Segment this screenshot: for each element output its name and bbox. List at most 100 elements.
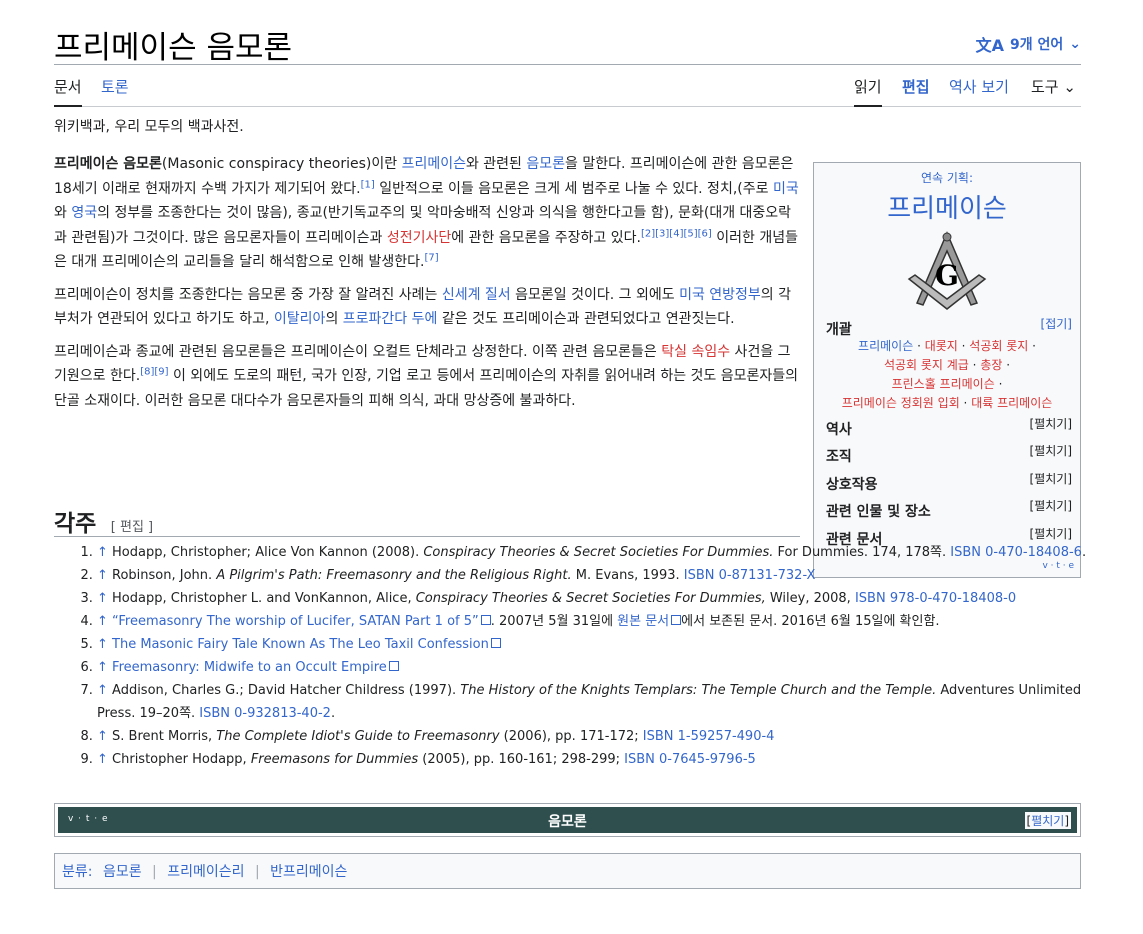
text-run: . 2007년 5월 31일에 bbox=[490, 614, 618, 629]
inline-link[interactable]: 미국 연방정부 bbox=[679, 287, 761, 303]
inline-link[interactable]: The Masonic Fairy Tale Known As The Leo … bbox=[112, 637, 489, 652]
inline-link[interactable]: “Freemasonry The worship of Lucifer, SAT… bbox=[112, 614, 479, 629]
reference-item: ↑ “Freemasonry The worship of Lucifer, S… bbox=[97, 611, 1097, 634]
references-title: 각주 bbox=[54, 511, 97, 537]
red-link[interactable]: 프리메이슨 정회원 입회 bbox=[842, 396, 960, 410]
inline-link[interactable]: 프리메이슨 bbox=[858, 339, 913, 353]
tab-talk[interactable]: 토론 bbox=[101, 76, 129, 105]
red-link[interactable]: 석공회 롯지 계급 bbox=[884, 358, 969, 372]
bold-term: 프리메이슨 음모론 bbox=[54, 156, 162, 172]
text-run: · bbox=[959, 396, 972, 410]
inline-link[interactable]: ↑ bbox=[97, 545, 112, 560]
text-run: 일반적으로 이들 음모론은 크게 세 범주로 나눌 수 있다. 정치,(주로 bbox=[374, 180, 773, 197]
overview-label: 개괄 bbox=[826, 322, 852, 338]
text-run: . bbox=[330, 705, 336, 721]
inline-link[interactable]: ↑ bbox=[97, 683, 112, 698]
reference-item: ↑ S. Brent Morris, The Complete Idiot's … bbox=[97, 726, 1097, 749]
italic-title: Conspiracy Theories & Secret Societies F… bbox=[423, 545, 774, 560]
text-run: (Masonic conspiracy theories)이란 bbox=[161, 156, 402, 172]
citation-ref[interactable]: [8][9] bbox=[140, 366, 168, 377]
text-run: 의 bbox=[325, 311, 343, 327]
expand-toggle[interactable]: [펼치기] bbox=[1030, 470, 1072, 487]
infobox-series: 연속 기획: 프리메이슨 G 개괄 [접기] 프리메이슨 · 대롯지 · 석공회… bbox=[813, 162, 1081, 578]
inline-link[interactable]: 프리메이슨 bbox=[402, 156, 466, 172]
tools-menu[interactable]: 도구 ⌄ bbox=[1031, 76, 1076, 105]
category-label[interactable]: 분류: bbox=[62, 864, 92, 880]
inline-link[interactable]: Freemasonry: Midwife to an Occult Empire bbox=[112, 660, 387, 675]
inline-link[interactable]: ↑ bbox=[97, 568, 112, 583]
text-run: . bbox=[1081, 545, 1087, 560]
inline-link[interactable]: ↑ bbox=[97, 752, 112, 767]
reference-item: ↑ Robinson, John. A Pilgrim's Path: Free… bbox=[97, 565, 1097, 588]
overview-links-line: 프리메이슨 정회원 입회 · 대륙 프리메이슨 bbox=[818, 394, 1076, 413]
inline-link[interactable]: ISBN 0-7645-9796-5 bbox=[624, 752, 756, 767]
red-link[interactable]: 탁실 속임수 bbox=[661, 344, 730, 360]
citation-ref[interactable]: [7] bbox=[424, 252, 438, 263]
red-link[interactable]: 총장 bbox=[980, 358, 1002, 372]
infobox-title[interactable]: 프리메이슨 bbox=[814, 188, 1080, 225]
tab-article[interactable]: 문서 bbox=[54, 76, 82, 107]
text-run: · bbox=[957, 339, 970, 353]
inline-link[interactable]: 신세계 질서 bbox=[442, 287, 511, 303]
inline-link[interactable]: 원본 문서 bbox=[617, 614, 669, 629]
text-run: · bbox=[968, 358, 981, 372]
inline-link[interactable]: 미국 bbox=[773, 181, 799, 197]
inline-link[interactable]: ↑ bbox=[97, 637, 112, 652]
square-compass-icon[interactable]: G bbox=[905, 229, 989, 315]
reference-item: ↑ Freemasonry: Midwife to an Occult Empi… bbox=[97, 657, 1097, 680]
inline-link[interactable]: ISBN 978-0-470-18408-0 bbox=[855, 591, 1016, 606]
inline-link[interactable]: ISBN 0-470-18408-6 bbox=[950, 545, 1082, 560]
text-run: For Dummies. 174, 178쪽. bbox=[773, 545, 951, 560]
text-run: Hodapp, Christopher L. and VonKannon, Al… bbox=[112, 591, 416, 606]
inline-link[interactable]: ↑ bbox=[97, 729, 112, 744]
translate-icon: 文A bbox=[975, 36, 1004, 55]
expand-toggle[interactable]: [펼치기] bbox=[1030, 525, 1072, 542]
red-link[interactable]: 대륙 프리메이슨 bbox=[971, 396, 1052, 410]
expand-toggle[interactable]: [펼치기] bbox=[1030, 415, 1072, 432]
inline-link[interactable]: 이탈리아 bbox=[274, 311, 326, 327]
text-run: · bbox=[1002, 358, 1011, 372]
inline-link[interactable]: 영국 bbox=[71, 205, 97, 221]
navbox-toggle-label: 펼치기 bbox=[1031, 814, 1065, 828]
italic-title: A Pilgrim's Path: Freemasonry and the Re… bbox=[216, 568, 572, 583]
inline-link[interactable]: 프로파간다 두에 bbox=[343, 311, 438, 327]
infobox-section-interaction: 상호작용 [펼치기] bbox=[826, 472, 1072, 494]
section-edit-link[interactable]: [ 편집 ] bbox=[111, 520, 153, 535]
infobox-section-history: 역사 [펼치기] bbox=[826, 417, 1072, 439]
tab-history[interactable]: 역사 보기 bbox=[949, 76, 1009, 105]
reference-item: ↑ Christopher Hodapp, Freemasons for Dum… bbox=[97, 749, 1097, 772]
inline-link[interactable]: ↑ bbox=[97, 591, 112, 606]
page-title: 프리메이슨 음모론 bbox=[54, 30, 293, 66]
tab-read[interactable]: 읽기 bbox=[854, 76, 882, 107]
red-link[interactable]: 성전기사단 bbox=[387, 230, 451, 246]
inline-link[interactable]: ISBN 0-87131-732-X bbox=[684, 568, 816, 583]
red-link[interactable]: 프린스홀 프리메이슨 bbox=[892, 377, 995, 391]
red-link[interactable]: 석공회 롯지 bbox=[969, 339, 1028, 353]
italic-title: Freemasons for Dummies bbox=[250, 751, 419, 767]
navbox-expand-toggle[interactable]: [펼치기] bbox=[1024, 812, 1071, 829]
italic-title: Conspiracy Theories & Secret Societies F… bbox=[415, 591, 766, 606]
inline-link[interactable]: ISBN 0-932813-40-2 bbox=[199, 706, 331, 721]
inline-link[interactable]: 음모론 bbox=[526, 156, 565, 172]
italic-title: The Complete Idiot's Guide to Freemasonr… bbox=[216, 728, 500, 744]
text-run: M. Evans, 1993. bbox=[571, 568, 684, 583]
expand-toggle[interactable]: [펼치기] bbox=[1030, 497, 1072, 514]
inline-link[interactable]: ↑ bbox=[97, 614, 112, 629]
navbox-header: v · t · e 음모론 [펼치기] bbox=[58, 807, 1077, 833]
collapse-toggle[interactable]: [접기] bbox=[1041, 315, 1072, 332]
red-link[interactable]: 대롯지 bbox=[925, 339, 958, 353]
category-item[interactable]: 음모론 bbox=[103, 864, 142, 880]
inline-link[interactable]: ↑ bbox=[97, 660, 112, 675]
inline-link[interactable]: ISBN 1-59257-490-4 bbox=[643, 729, 775, 744]
citation-ref[interactable]: [1] bbox=[361, 179, 375, 190]
tools-label: 도구 bbox=[1031, 78, 1059, 96]
reference-item: ↑ Addison, Charles G.; David Hatcher Chi… bbox=[97, 680, 1097, 725]
text-run: Addison, Charles G.; David Hatcher Child… bbox=[112, 683, 461, 698]
language-button[interactable]: 文A 9개 언어 ⌄ bbox=[976, 32, 1081, 56]
category-item[interactable]: 프리메이슨리 bbox=[167, 864, 244, 880]
citation-ref[interactable]: [2][3][4][5][6] bbox=[641, 228, 712, 239]
expand-toggle[interactable]: [펼치기] bbox=[1030, 442, 1072, 459]
tab-edit[interactable]: 편집 bbox=[902, 76, 930, 105]
language-count: 9개 언어 bbox=[1010, 37, 1064, 53]
category-item[interactable]: 반프리메이슨 bbox=[270, 864, 347, 880]
